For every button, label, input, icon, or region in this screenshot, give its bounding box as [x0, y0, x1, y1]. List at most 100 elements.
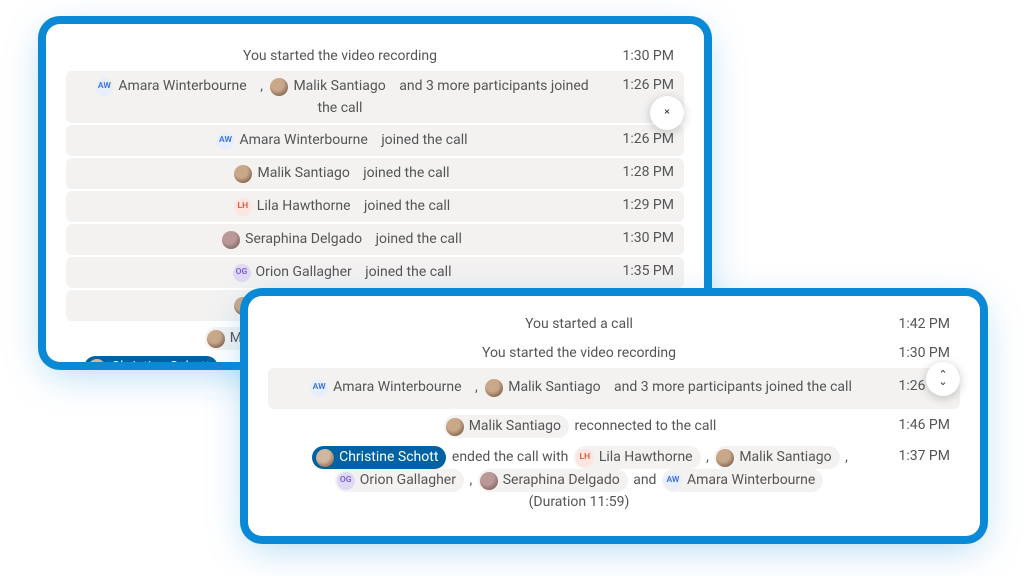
- participant-name: Amara Winterbourne: [687, 470, 815, 491]
- participant-name: Amara Winterbourne: [118, 76, 246, 97]
- event-text: Malik Santiago joined the call: [72, 162, 608, 185]
- event-text: AW Amara Winterbourne joined the call: [72, 129, 608, 152]
- participant-name: Malik Santiago: [293, 76, 385, 97]
- event-time: 1:30 PM: [884, 343, 954, 364]
- avatar: [716, 449, 734, 467]
- collapse-toggle-button[interactable]: ⌄ ⌃: [650, 96, 684, 130]
- event-time: 1:28 PM: [608, 162, 678, 183]
- participant-chip[interactable]: LH Lila Hawthorne: [232, 195, 359, 218]
- event-row: Christine Schott ended the call with LH …: [268, 442, 960, 517]
- avatar: OG: [233, 264, 251, 282]
- avatar: [446, 418, 464, 436]
- event-time: 1:46 PM: [884, 415, 954, 436]
- participant-chip[interactable]: Malik Santiago: [268, 75, 393, 98]
- avatar: LH: [234, 198, 252, 216]
- participant-chip[interactable]: Seraphina Delgado: [220, 228, 370, 251]
- avatar: [234, 165, 252, 183]
- event-time: 1:30 PM: [608, 228, 678, 249]
- avatar: [480, 472, 498, 490]
- event-text: You started the video recording: [274, 343, 884, 364]
- participant-name: Christine Schott: [339, 447, 438, 468]
- participant-name: Orion Gallagher: [360, 470, 456, 491]
- participant-name: Orion Gallagher: [256, 262, 352, 283]
- participant-chip[interactable]: Malik Santiago: [444, 415, 569, 438]
- event-time: 1:42 PM: [884, 314, 954, 335]
- expand-toggle-button[interactable]: ⌃ ⌄: [926, 362, 960, 396]
- call-log-panel-collapsed: ⌃ ⌄ You started a call 1:42 PM You start…: [248, 296, 980, 536]
- event-row: OG Orion Gallagher joined the call 1:35 …: [66, 257, 684, 288]
- event-text: Malik Santiago reconnected to the call: [274, 415, 884, 438]
- event-text: OG Orion Gallagher joined the call: [72, 261, 608, 284]
- participant-name: Christine Schott: [111, 357, 210, 362]
- participant-chip[interactable]: AW Amara Winterbourne: [214, 129, 375, 152]
- participant-name: Malik Santiago: [739, 447, 831, 468]
- event-suffix: joined the call: [363, 165, 449, 181]
- participant-chip[interactable]: OG Orion Gallagher: [231, 261, 360, 284]
- event-time: 1:26 PM: [608, 129, 678, 150]
- event-suffix: joined the call: [365, 264, 451, 280]
- avatar: [270, 78, 288, 96]
- duration-text: (Duration 11:59): [529, 494, 630, 510]
- avatar: AW: [310, 379, 328, 397]
- event-time: 1:29 PM: [608, 195, 678, 216]
- event-text: AW Amara Winterbourne , Malik Santiago a…: [72, 75, 608, 119]
- participant-name: Seraphina Delgado: [245, 229, 362, 250]
- avatar: OG: [337, 472, 355, 490]
- event-time: 1:26 PM: [608, 75, 678, 96]
- avatar: AW: [95, 78, 113, 96]
- event-row: Malik Santiago reconnected to the call 1…: [268, 411, 960, 442]
- participant-name: Lila Hawthorne: [257, 196, 351, 217]
- participant-chip[interactable]: Seraphina Delgado: [478, 469, 628, 492]
- event-row: Seraphina Delgado joined the call 1:30 P…: [66, 224, 684, 255]
- and-word: and: [633, 472, 656, 488]
- event-suffix: joined the call: [364, 198, 450, 214]
- event-row: AW Amara Winterbourne , Malik Santiago a…: [268, 368, 960, 409]
- event-text: AW Amara Winterbourne , Malik Santiago a…: [274, 376, 884, 399]
- participant-chip[interactable]: Malik Santiago: [714, 446, 839, 469]
- event-text: You started a call: [274, 314, 884, 335]
- event-text: Christine Schott ended the call with LH …: [274, 446, 884, 513]
- avatar: [485, 379, 503, 397]
- participant-chip-self[interactable]: Christine Schott: [312, 446, 446, 469]
- participant-name: Lila Hawthorne: [599, 447, 693, 468]
- participant-chip-self[interactable]: Christine Schott: [84, 356, 218, 362]
- event-row: LH Lila Hawthorne joined the call 1:29 P…: [66, 191, 684, 222]
- event-suffix: joined the call: [381, 132, 467, 148]
- event-suffix: and 3 more participants joined the call: [614, 379, 852, 395]
- event-time: 1:37 PM: [884, 446, 954, 467]
- event-row: AW Amara Winterbourne , Malik Santiago a…: [66, 71, 684, 123]
- avatar: [222, 231, 240, 249]
- event-row: You started the video recording 1:30 PM: [66, 42, 684, 71]
- participant-name: Amara Winterbourne: [239, 130, 367, 151]
- participant-chip[interactable]: AW Amara Winterbourne: [662, 469, 823, 492]
- event-suffix: joined the call: [376, 231, 462, 247]
- event-text: LH Lila Hawthorne joined the call: [72, 195, 608, 218]
- avatar: [207, 330, 225, 348]
- participant-chip[interactable]: Malik Santiago: [483, 376, 608, 399]
- avatar: AW: [216, 132, 234, 150]
- participant-chip[interactable]: LH Lila Hawthorne: [574, 446, 701, 469]
- event-row: Malik Santiago joined the call 1:28 PM: [66, 158, 684, 189]
- event-text: You started the video recording: [72, 46, 608, 67]
- chevron-up-icon: ⌃: [662, 113, 671, 120]
- avatar: [88, 359, 106, 363]
- participant-name: Malik Santiago: [257, 163, 349, 184]
- participant-chip[interactable]: AW Amara Winterbourne: [93, 75, 254, 98]
- avatar: LH: [576, 449, 594, 467]
- participant-chip[interactable]: AW Amara Winterbourne: [308, 376, 469, 399]
- event-prefix: ended the call with: [452, 449, 568, 465]
- comma: ,: [845, 449, 848, 465]
- comma: ,: [469, 472, 472, 488]
- event-row: You started the video recording 1:30 PM: [268, 339, 960, 368]
- participant-name: Amara Winterbourne: [333, 377, 461, 398]
- comma: ,: [706, 449, 709, 465]
- event-text: Seraphina Delgado joined the call: [72, 228, 608, 251]
- comma: ,: [260, 78, 263, 94]
- participant-chip[interactable]: OG Orion Gallagher: [335, 469, 464, 492]
- event-time: 1:30 PM: [608, 46, 678, 67]
- event-time: 1:35 PM: [608, 261, 678, 282]
- event-row: You started a call 1:42 PM: [268, 310, 960, 339]
- event-suffix: reconnected to the call: [575, 418, 717, 434]
- participant-chip[interactable]: Malik Santiago: [232, 162, 357, 185]
- comma: ,: [475, 379, 478, 395]
